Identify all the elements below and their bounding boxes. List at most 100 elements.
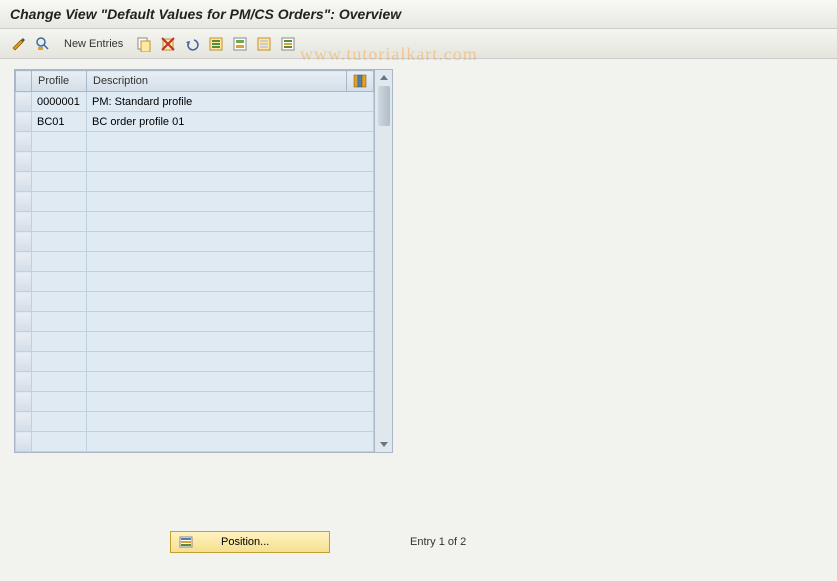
title-bar: Change View "Default Values for PM/CS Or… bbox=[0, 0, 837, 29]
description-cell[interactable] bbox=[87, 172, 374, 192]
row-selector[interactable] bbox=[16, 172, 32, 192]
table-row[interactable] bbox=[16, 432, 374, 452]
vertical-scrollbar[interactable] bbox=[374, 70, 392, 452]
table-row[interactable] bbox=[16, 332, 374, 352]
select-all-corner[interactable] bbox=[16, 71, 32, 92]
entry-count-text: Entry 1 of 2 bbox=[410, 536, 466, 548]
profile-table: Profile Description 0000001PM: Standard … bbox=[15, 70, 374, 452]
profile-cell[interactable] bbox=[32, 392, 87, 412]
profile-cell[interactable] bbox=[32, 252, 87, 272]
toggle-display-change-icon[interactable] bbox=[10, 35, 28, 53]
description-cell[interactable]: PM: Standard profile bbox=[87, 92, 374, 112]
description-cell[interactable] bbox=[87, 332, 374, 352]
row-selector[interactable] bbox=[16, 272, 32, 292]
profile-cell[interactable] bbox=[32, 212, 87, 232]
table-row[interactable] bbox=[16, 392, 374, 412]
select-block-icon[interactable] bbox=[231, 35, 249, 53]
column-header-description[interactable]: Description bbox=[87, 71, 347, 92]
scroll-thumb[interactable] bbox=[378, 86, 390, 126]
description-cell[interactable] bbox=[87, 152, 374, 172]
profile-cell[interactable]: BC01 bbox=[32, 112, 87, 132]
profile-cell[interactable] bbox=[32, 332, 87, 352]
select-all-icon[interactable] bbox=[207, 35, 225, 53]
table-row[interactable] bbox=[16, 232, 374, 252]
deselect-all-icon[interactable] bbox=[255, 35, 273, 53]
footer: Position... Entry 1 of 2 bbox=[0, 531, 837, 553]
row-selector[interactable] bbox=[16, 292, 32, 312]
toolbar: New Entries bbox=[0, 29, 837, 59]
table-row[interactable] bbox=[16, 212, 374, 232]
row-selector[interactable] bbox=[16, 212, 32, 232]
table-row[interactable] bbox=[16, 312, 374, 332]
table-row[interactable] bbox=[16, 412, 374, 432]
table-row[interactable] bbox=[16, 132, 374, 152]
description-cell[interactable] bbox=[87, 392, 374, 412]
description-cell[interactable] bbox=[87, 292, 374, 312]
description-cell[interactable] bbox=[87, 432, 374, 452]
description-cell[interactable] bbox=[87, 192, 374, 212]
description-cell[interactable] bbox=[87, 352, 374, 372]
copy-icon[interactable] bbox=[135, 35, 153, 53]
print-config-icon[interactable] bbox=[279, 35, 297, 53]
row-selector[interactable] bbox=[16, 412, 32, 432]
profile-cell[interactable] bbox=[32, 372, 87, 392]
row-selector[interactable] bbox=[16, 332, 32, 352]
description-cell[interactable] bbox=[87, 232, 374, 252]
table-row[interactable]: BC01BC order profile 01 bbox=[16, 112, 374, 132]
row-selector[interactable] bbox=[16, 132, 32, 152]
profile-cell[interactable] bbox=[32, 352, 87, 372]
delete-icon[interactable] bbox=[159, 35, 177, 53]
profile-cell[interactable] bbox=[32, 432, 87, 452]
table-row[interactable] bbox=[16, 172, 374, 192]
table-row[interactable] bbox=[16, 252, 374, 272]
table-row[interactable] bbox=[16, 152, 374, 172]
row-selector[interactable] bbox=[16, 312, 32, 332]
table-row[interactable] bbox=[16, 192, 374, 212]
table-container: Profile Description 0000001PM: Standard … bbox=[14, 69, 393, 453]
table-config-button[interactable] bbox=[347, 71, 374, 92]
row-selector[interactable] bbox=[16, 152, 32, 172]
row-selector[interactable] bbox=[16, 392, 32, 412]
row-selector[interactable] bbox=[16, 352, 32, 372]
description-cell[interactable]: BC order profile 01 bbox=[87, 112, 374, 132]
position-button[interactable]: Position... bbox=[170, 531, 330, 553]
row-selector[interactable] bbox=[16, 252, 32, 272]
profile-cell[interactable] bbox=[32, 272, 87, 292]
row-selector[interactable] bbox=[16, 232, 32, 252]
description-cell[interactable] bbox=[87, 212, 374, 232]
profile-cell[interactable]: 0000001 bbox=[32, 92, 87, 112]
profile-cell[interactable] bbox=[32, 312, 87, 332]
profile-cell[interactable] bbox=[32, 232, 87, 252]
table-row[interactable] bbox=[16, 352, 374, 372]
description-cell[interactable] bbox=[87, 312, 374, 332]
row-selector[interactable] bbox=[16, 92, 32, 112]
find-icon[interactable] bbox=[34, 35, 52, 53]
row-selector[interactable] bbox=[16, 372, 32, 392]
scroll-down-arrow-icon[interactable] bbox=[378, 438, 390, 450]
row-selector[interactable] bbox=[16, 432, 32, 452]
row-selector[interactable] bbox=[16, 192, 32, 212]
profile-cell[interactable] bbox=[32, 132, 87, 152]
profile-cell[interactable] bbox=[32, 192, 87, 212]
undo-icon[interactable] bbox=[183, 35, 201, 53]
description-cell[interactable] bbox=[87, 132, 374, 152]
profile-cell[interactable] bbox=[32, 152, 87, 172]
profile-cell[interactable] bbox=[32, 292, 87, 312]
description-cell[interactable] bbox=[87, 412, 374, 432]
column-header-profile[interactable]: Profile bbox=[32, 71, 87, 92]
table-row[interactable] bbox=[16, 292, 374, 312]
table-row[interactable] bbox=[16, 372, 374, 392]
profile-cell[interactable] bbox=[32, 412, 87, 432]
table-row[interactable] bbox=[16, 272, 374, 292]
new-entries-button[interactable]: New Entries bbox=[58, 38, 129, 50]
content-area: Profile Description 0000001PM: Standard … bbox=[0, 59, 837, 463]
table-row[interactable]: 0000001PM: Standard profile bbox=[16, 92, 374, 112]
description-cell[interactable] bbox=[87, 372, 374, 392]
page-title: Change View "Default Values for PM/CS Or… bbox=[10, 6, 401, 22]
description-cell[interactable] bbox=[87, 272, 374, 292]
profile-cell[interactable] bbox=[32, 172, 87, 192]
scroll-up-arrow-icon[interactable] bbox=[378, 72, 390, 84]
description-cell[interactable] bbox=[87, 252, 374, 272]
row-selector[interactable] bbox=[16, 112, 32, 132]
position-icon bbox=[179, 535, 193, 549]
